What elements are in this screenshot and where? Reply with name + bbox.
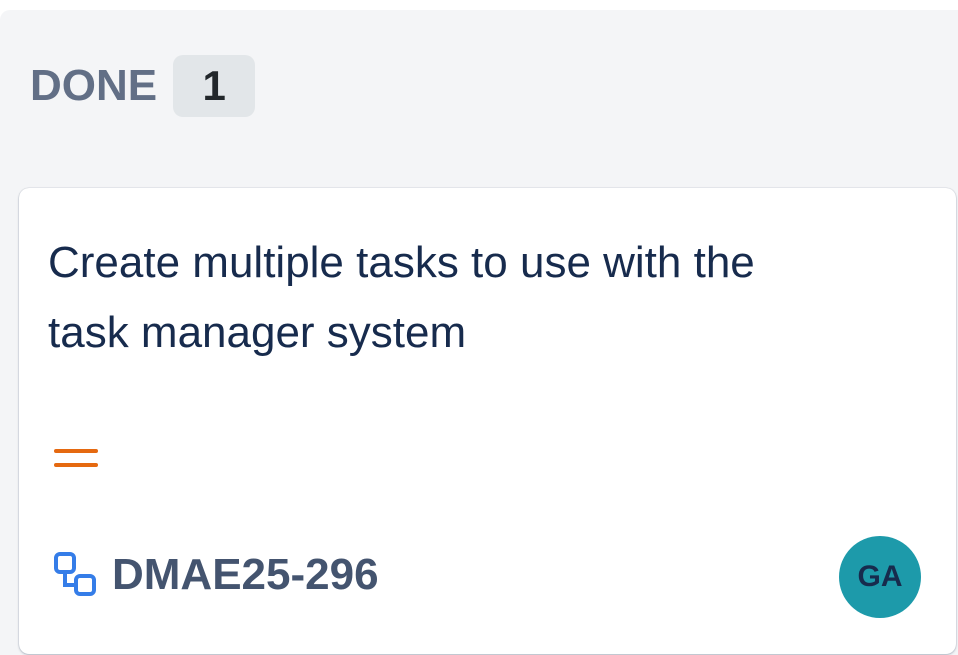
issue-count-badge: 1	[173, 55, 256, 117]
subtask-icon	[54, 552, 96, 596]
issue-card[interactable]: Create multiple tasks to use with the ta…	[19, 188, 956, 654]
priority-medium-icon	[54, 448, 98, 470]
column-header: DONE 1	[30, 55, 256, 117]
issue-summary: Create multiple tasks to use with the ta…	[48, 238, 755, 357]
card-footer: DMAE25-296	[52, 545, 379, 605]
assignee-avatar[interactable]: GA	[839, 536, 921, 618]
issue-key-link[interactable]: DMAE25-296	[112, 550, 379, 600]
done-column: DONE 1 Create multiple tasks to use with…	[0, 10, 958, 655]
column-title: DONE	[30, 61, 158, 110]
